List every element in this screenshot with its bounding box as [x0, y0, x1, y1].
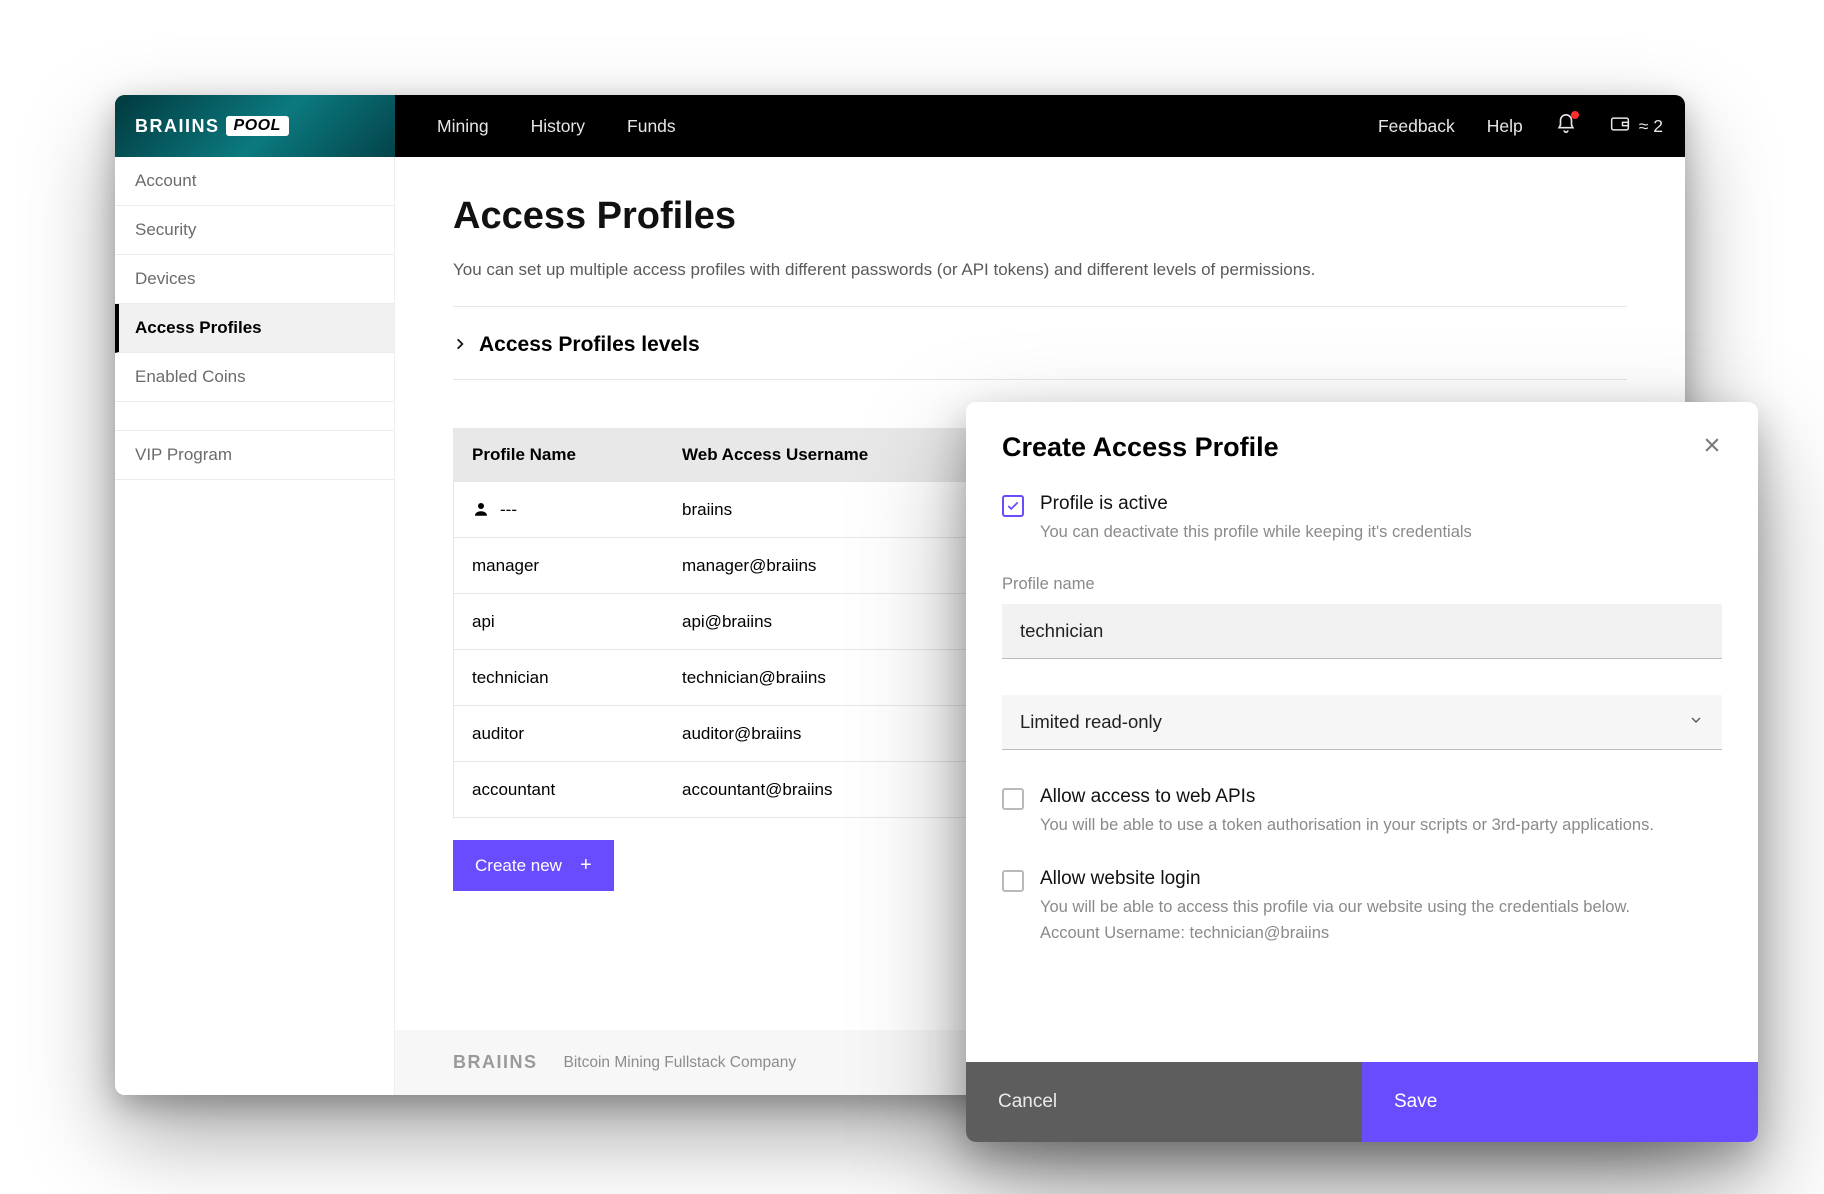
dialog-close-button[interactable] — [1702, 435, 1722, 460]
allow-web-help-line2: Account Username: technician@braiins — [1040, 922, 1630, 946]
nav-mining[interactable]: Mining — [437, 116, 489, 137]
wallet-icon — [1609, 114, 1631, 139]
cell-profile-name: accountant — [454, 764, 664, 816]
cell-web-username: braiins — [664, 484, 974, 536]
app-header: BRAIINS POOL Mining History Funds Feedba… — [115, 95, 1685, 157]
user-icon — [472, 500, 500, 519]
cancel-button[interactable]: Cancel — [966, 1062, 1362, 1142]
cancel-label: Cancel — [998, 1091, 1057, 1113]
brand-logo[interactable]: BRAIINS POOL — [115, 95, 395, 157]
close-icon — [1702, 442, 1722, 459]
allow-api-help: You will be able to use a token authoris… — [1040, 814, 1654, 838]
sidebar-item-enabled-coins[interactable]: Enabled Coins — [115, 353, 394, 402]
profile-active-label: Profile is active — [1040, 493, 1472, 515]
balance-approx: ≈ 2 — [1639, 116, 1663, 137]
cell-web-username: technician@braiins — [664, 652, 974, 704]
cell-profile-name: technician — [454, 652, 664, 704]
create-new-label: Create new — [475, 856, 562, 876]
cell-profile-name: manager — [454, 540, 664, 592]
create-access-profile-dialog: Create Access Profile Profile is active … — [966, 402, 1758, 1142]
cell-profile-name: --- — [454, 484, 664, 536]
th-web-username: Web Access Username — [664, 429, 974, 481]
sidebar-item-devices[interactable]: Devices — [115, 255, 394, 304]
chevron-right-icon — [453, 335, 467, 356]
cell-web-username: api@braiins — [664, 596, 974, 648]
dialog-actions: Cancel Save — [966, 1062, 1758, 1142]
allow-web-checkbox[interactable] — [1002, 870, 1024, 892]
cell-web-username: accountant@braiins — [664, 764, 974, 816]
allow-web-label: Allow website login — [1040, 868, 1630, 890]
footer-logo: BRAIINS — [453, 1052, 538, 1073]
cell-web-username: manager@braiins — [664, 540, 974, 592]
profile-name-input[interactable] — [1002, 604, 1722, 659]
feedback-link[interactable]: Feedback — [1378, 116, 1455, 137]
save-label: Save — [1394, 1091, 1437, 1113]
accordion-access-profile-levels[interactable]: Access Profiles levels — [453, 333, 1627, 357]
notifications-button[interactable] — [1555, 113, 1577, 140]
profile-name-label: Profile name — [1002, 575, 1722, 594]
th-profile-name: Profile Name — [454, 429, 664, 481]
cell-profile-name: auditor — [454, 708, 664, 760]
cell-web-username: auditor@braiins — [664, 708, 974, 760]
create-new-button[interactable]: Create new + — [453, 840, 614, 891]
notification-dot-icon — [1571, 111, 1579, 119]
page-title: Access Profiles — [453, 195, 1627, 238]
footer-tagline: Bitcoin Mining Fullstack Company — [564, 1054, 797, 1072]
wallet-balance[interactable]: ≈ 2 — [1609, 114, 1663, 139]
profile-active-checkbox[interactable] — [1002, 495, 1024, 517]
allow-api-checkbox[interactable] — [1002, 788, 1024, 810]
sidebar: Account Security Devices Access Profiles… — [115, 157, 395, 1095]
cell-profile-name: api — [454, 596, 664, 648]
sidebar-item-account[interactable]: Account — [115, 157, 394, 206]
header-right: Feedback Help ≈ 2 — [1378, 113, 1685, 140]
allow-web-help-line1: You will be able to access this profile … — [1040, 896, 1630, 920]
brand-name: BRAIINS — [135, 116, 220, 137]
role-select-value: Limited read-only — [1020, 711, 1162, 733]
sidebar-item-vip-program[interactable]: VIP Program — [115, 430, 394, 480]
save-button[interactable]: Save — [1362, 1062, 1758, 1142]
nav-history[interactable]: History — [531, 116, 585, 137]
role-select[interactable]: Limited read-only — [1002, 695, 1722, 750]
profile-active-help: You can deactivate this profile while ke… — [1040, 521, 1472, 545]
sidebar-item-security[interactable]: Security — [115, 206, 394, 255]
plus-icon: + — [580, 854, 592, 877]
chevron-down-icon — [1688, 711, 1704, 733]
nav-funds[interactable]: Funds — [627, 116, 676, 137]
primary-nav: Mining History Funds — [437, 116, 676, 137]
sidebar-item-access-profiles[interactable]: Access Profiles — [115, 304, 394, 353]
dialog-title: Create Access Profile — [1002, 432, 1279, 463]
allow-api-label: Allow access to web APIs — [1040, 786, 1654, 808]
accordion-label: Access Profiles levels — [479, 333, 700, 357]
brand-pill: POOL — [226, 116, 289, 136]
page-description: You can set up multiple access profiles … — [453, 260, 1627, 280]
help-link[interactable]: Help — [1487, 116, 1523, 137]
